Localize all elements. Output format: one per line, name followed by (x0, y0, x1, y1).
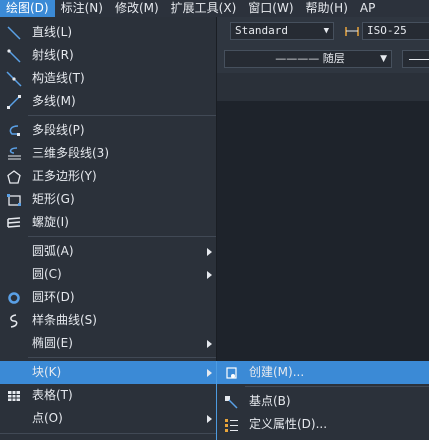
menu-item-spline[interactable]: 样条曲线(S) (0, 309, 216, 332)
define-attribute-icon (222, 416, 239, 433)
polygon-icon (5, 168, 22, 185)
linetype-combo[interactable]: ———— 随层 ▼ (224, 50, 392, 68)
menu-item-helix[interactable]: 螺旋(I) (0, 211, 216, 234)
menu-help[interactable]: 帮助(H) (300, 0, 354, 17)
menu-separator (245, 386, 429, 387)
lineweight-sample (409, 59, 429, 60)
menu-ap[interactable]: AP (354, 0, 381, 17)
menu-item-block[interactable]: 块(K) (0, 361, 216, 384)
line-icon (5, 24, 22, 41)
3d-polyline-icon (5, 145, 22, 162)
text-style-value: Standard (235, 24, 288, 37)
layer-toolbar: ———— 随层 ▼ (216, 45, 429, 74)
menu-item-multiline[interactable]: 多线(M) (0, 90, 216, 113)
menu-item-construction-line[interactable]: 构造线(T) (0, 67, 216, 90)
menu-bar: 绘图(D) 标注(N) 修改(M) 扩展工具(X) 窗口(W) 帮助(H) AP (0, 0, 429, 17)
menu-item-polyline[interactable]: 多段线(P) (0, 119, 216, 142)
create-block-icon (222, 364, 239, 381)
text-style-combo[interactable]: Standard ▼ (230, 22, 334, 40)
dim-style-value: ISO-25 (367, 24, 407, 37)
donut-icon (5, 289, 22, 306)
menu-window[interactable]: 窗口(W) (242, 0, 299, 17)
lineweight-combo[interactable] (402, 50, 429, 68)
chevron-right-icon (207, 415, 212, 423)
menu-item-3d-polyline[interactable]: 三维多段线(3) (0, 142, 216, 165)
block-submenu: 创建(M)... 基点(B) 定义属性(D)... (216, 361, 429, 440)
menu-dimension[interactable]: 标注(N) (55, 0, 109, 17)
menu-item-ray[interactable]: 射线(R) (0, 44, 216, 67)
rectangle-icon (5, 191, 22, 208)
linetype-value: ———— 随层 (275, 52, 345, 65)
menu-item-table[interactable]: 表格(T) (0, 384, 216, 407)
dim-style-combo[interactable]: ISO-25 (362, 22, 429, 40)
menu-separator (0, 433, 216, 434)
chevron-down-icon: ▼ (380, 54, 387, 64)
ray-icon (5, 47, 22, 64)
menu-item-define-attribute[interactable]: 定义属性(D)... (217, 413, 429, 436)
menu-item-ellipse[interactable]: 椭圆(E) (0, 332, 216, 355)
multiline-icon (5, 93, 22, 110)
menu-item-arc[interactable]: 圆弧(A) (0, 240, 216, 263)
menu-separator (28, 236, 216, 237)
menu-item-line[interactable]: 直线(L) (0, 21, 216, 44)
polyline-icon (5, 122, 22, 139)
tab-strip (216, 73, 429, 101)
dim-style-icon (344, 24, 360, 38)
menu-item-donut[interactable]: 圆环(D) (0, 286, 216, 309)
menu-item-circle[interactable]: 圆(C) (0, 263, 216, 286)
helix-icon (5, 214, 22, 231)
menu-extend-tools[interactable]: 扩展工具(X) (165, 0, 243, 17)
menu-modify[interactable]: 修改(M) (109, 0, 165, 17)
base-point-icon (222, 393, 239, 410)
chevron-right-icon (207, 248, 212, 256)
chevron-right-icon (207, 340, 212, 348)
table-icon (5, 387, 22, 404)
draw-menu: 直线(L) 射线(R) 构造线(T) 多线(M) 多段线(P) 三维多段线(3)… (0, 17, 217, 440)
menu-item-polygon[interactable]: 正多边形(Y) (0, 165, 216, 188)
menu-item-create-block[interactable]: 创建(M)... (217, 361, 429, 384)
chevron-right-icon (207, 369, 212, 377)
construction-line-icon (5, 70, 22, 87)
spline-icon (5, 312, 22, 329)
chevron-right-icon (207, 271, 212, 279)
menu-item-base-point[interactable]: 基点(B) (217, 390, 429, 413)
menu-draw[interactable]: 绘图(D) (0, 0, 55, 17)
menu-separator (28, 357, 216, 358)
menu-item-point[interactable]: 点(O) (0, 407, 216, 430)
styles-toolbar: Standard ▼ ISO-25 (216, 17, 429, 46)
menu-separator (28, 115, 216, 116)
menu-item-rectangle[interactable]: 矩形(G) (0, 188, 216, 211)
chevron-down-icon: ▼ (323, 26, 329, 36)
